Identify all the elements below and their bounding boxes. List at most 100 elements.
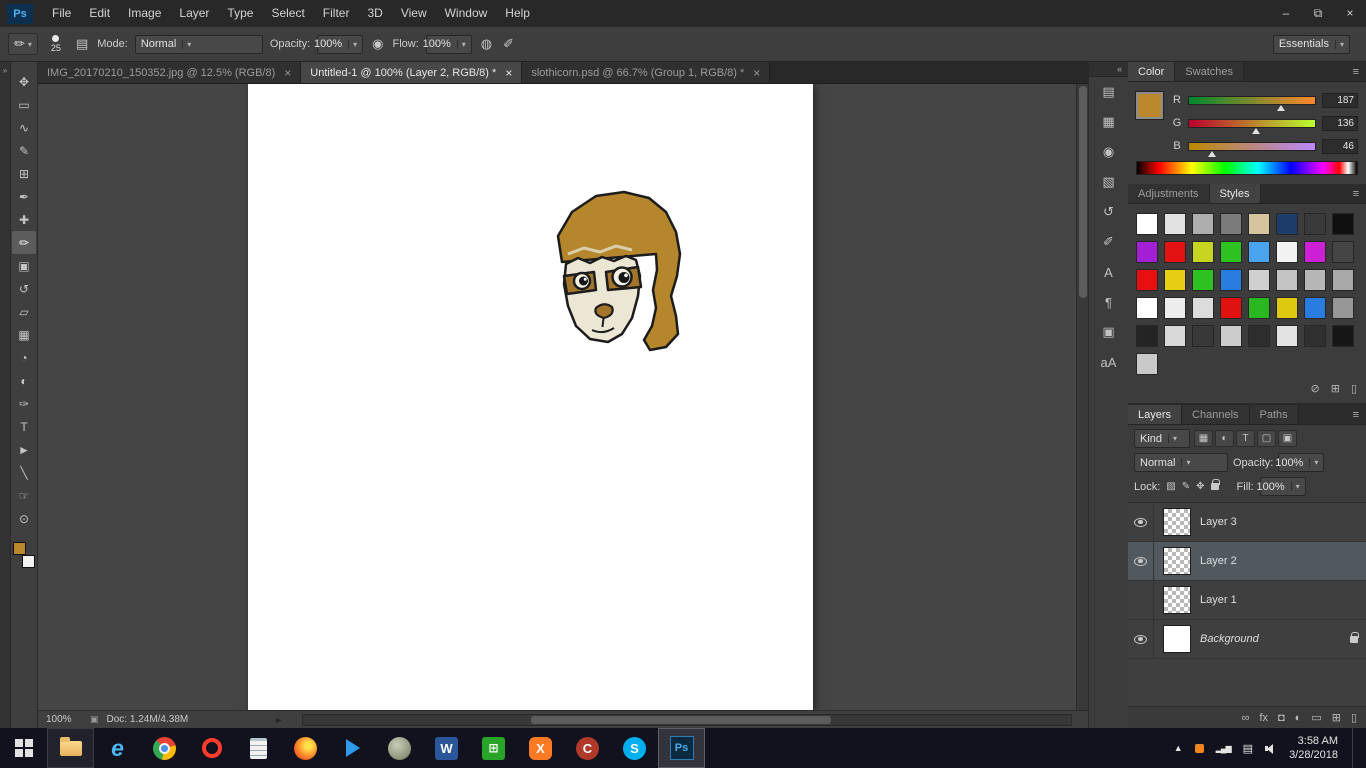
pen-tool[interactable]: ✑: [12, 392, 36, 415]
style-swatch[interactable]: [1192, 297, 1214, 319]
volume-icon[interactable]: [1265, 742, 1277, 754]
status-menu-arrow-icon[interactable]: ►: [274, 715, 283, 725]
filter-smart-object-icon[interactable]: ▣: [1278, 430, 1297, 447]
quick-selection-tool[interactable]: ✎: [12, 139, 36, 162]
tab-channels[interactable]: Channels: [1182, 405, 1249, 424]
history-brush-tool[interactable]: ↺: [12, 277, 36, 300]
crop-tool[interactable]: ⊞: [12, 162, 36, 185]
red-slider-thumb[interactable]: [1277, 105, 1285, 111]
skype-button[interactable]: S: [611, 728, 658, 768]
lasso-tool[interactable]: ∿: [12, 116, 36, 139]
toggle-brush-panel-icon[interactable]: ▤: [74, 36, 90, 52]
style-swatch[interactable]: [1136, 353, 1158, 375]
tray-app-icon[interactable]: [1195, 744, 1204, 753]
store-button[interactable]: ⊞: [470, 728, 517, 768]
keyboard-icon[interactable]: ▤: [1243, 742, 1253, 755]
blue-slider-thumb[interactable]: [1208, 151, 1216, 157]
zoom-level-field[interactable]: 100%: [38, 714, 90, 725]
brush-tool[interactable]: ✏: [12, 231, 36, 254]
file-explorer-button[interactable]: [47, 728, 94, 768]
layer-thumbnail[interactable]: [1163, 625, 1191, 653]
tray-expand-icon[interactable]: ▲: [1174, 743, 1183, 753]
style-swatch[interactable]: [1192, 269, 1214, 291]
hand-tool[interactable]: ☞: [12, 484, 36, 507]
notepad-button[interactable]: [235, 728, 282, 768]
style-swatch[interactable]: [1304, 241, 1326, 263]
style-swatch[interactable]: [1136, 297, 1158, 319]
kind-dropdown[interactable]: Kind: [1134, 429, 1190, 448]
blue-value-field[interactable]: 46: [1322, 139, 1358, 154]
lock-paint-icon[interactable]: ✎: [1182, 481, 1190, 492]
style-swatch[interactable]: [1276, 213, 1298, 235]
path-selection-tool[interactable]: ►: [12, 438, 36, 461]
doc-tab-untitled[interactable]: Untitled-1 @ 100% (Layer 2, RGB/8) * ×: [301, 62, 522, 83]
filter-adjustment-icon[interactable]: ◐: [1215, 430, 1234, 447]
style-swatch[interactable]: [1248, 213, 1270, 235]
background-color-swatch[interactable]: [22, 555, 35, 568]
style-swatch[interactable]: [1164, 241, 1186, 263]
new-layer-icon[interactable]: ⊞: [1332, 711, 1341, 724]
foreground-color-swatch[interactable]: [13, 542, 26, 555]
tool-preset-picker[interactable]: ✏ ▾: [8, 33, 38, 55]
layer-row-layer1[interactable]: Layer 1: [1128, 581, 1366, 620]
layer-row-background[interactable]: Background: [1128, 620, 1366, 659]
layer-name[interactable]: Layer 1: [1200, 594, 1237, 606]
style-swatch[interactable]: [1220, 241, 1242, 263]
menu-layer[interactable]: Layer: [170, 0, 218, 27]
vertical-scrollbar-thumb[interactable]: [1079, 86, 1087, 298]
style-swatch[interactable]: [1192, 241, 1214, 263]
minimize-button[interactable]: –: [1270, 0, 1302, 27]
style-swatch[interactable]: [1248, 297, 1270, 319]
tab-swatches[interactable]: Swatches: [1175, 62, 1244, 81]
style-swatch[interactable]: [1276, 297, 1298, 319]
horizontal-scrollbar-thumb[interactable]: [531, 716, 831, 724]
style-swatch[interactable]: [1220, 297, 1242, 319]
visibility-toggle[interactable]: [1128, 542, 1154, 580]
clone-stamp-tool[interactable]: ▣: [12, 254, 36, 277]
vertical-scrollbar[interactable]: [1076, 84, 1088, 710]
mini-bridge-panel-icon[interactable]: ▤: [1096, 80, 1122, 104]
link-layers-icon[interactable]: ∞: [1242, 712, 1250, 724]
style-swatch[interactable]: [1136, 269, 1158, 291]
menu-image[interactable]: Image: [119, 0, 170, 27]
media-player-button[interactable]: [329, 728, 376, 768]
blend-mode-dropdown[interactable]: Normal: [1134, 453, 1228, 472]
paragraph-panel-icon[interactable]: ¶: [1096, 290, 1122, 314]
layer-row-layer2[interactable]: Layer 2: [1128, 542, 1366, 581]
style-swatch[interactable]: [1192, 213, 1214, 235]
visibility-toggle[interactable]: [1128, 581, 1154, 619]
firefox-button[interactable]: [282, 728, 329, 768]
style-swatch[interactable]: [1164, 297, 1186, 319]
mode-dropdown[interactable]: Normal: [135, 35, 263, 54]
style-swatch[interactable]: [1332, 325, 1354, 347]
workspace-dropdown[interactable]: Essentials: [1273, 35, 1350, 54]
close-tab-icon[interactable]: ×: [284, 66, 291, 80]
tab-layers[interactable]: Layers: [1128, 405, 1182, 424]
eraser-tool[interactable]: ▱: [12, 300, 36, 323]
green-value-field[interactable]: 136: [1322, 116, 1358, 131]
brush-preset-picker[interactable]: 25: [51, 35, 61, 53]
panel-menu-icon[interactable]: ≡: [1346, 405, 1366, 424]
menu-3d[interactable]: 3D: [358, 0, 391, 27]
photoshop-taskbar-button[interactable]: Ps: [658, 728, 705, 768]
tablet-opacity-icon[interactable]: ◉: [370, 36, 385, 52]
close-tab-icon[interactable]: ×: [753, 66, 760, 80]
style-swatch[interactable]: [1136, 241, 1158, 263]
visibility-toggle[interactable]: [1128, 503, 1154, 541]
red-value-field[interactable]: 187: [1322, 93, 1358, 108]
internet-explorer-button[interactable]: e: [94, 728, 141, 768]
layer-name[interactable]: Layer 2: [1200, 555, 1237, 567]
eyedropper-tool[interactable]: ✒: [12, 185, 36, 208]
filter-pixel-icon[interactable]: ▦: [1194, 430, 1213, 447]
word-button[interactable]: W: [423, 728, 470, 768]
collapse-toolbar-rail[interactable]: »: [0, 62, 10, 728]
add-layer-mask-icon[interactable]: ◘: [1278, 712, 1285, 724]
info-panel-icon[interactable]: ◉: [1096, 140, 1122, 164]
character-styles-panel-icon[interactable]: aA: [1096, 350, 1122, 374]
menu-view[interactable]: View: [392, 0, 436, 27]
style-swatch[interactable]: [1220, 269, 1242, 291]
panel-menu-icon[interactable]: ≡: [1346, 184, 1366, 203]
style-swatch[interactable]: [1332, 213, 1354, 235]
visibility-toggle[interactable]: [1128, 620, 1154, 658]
delete-layer-icon[interactable]: ▯: [1351, 711, 1357, 724]
